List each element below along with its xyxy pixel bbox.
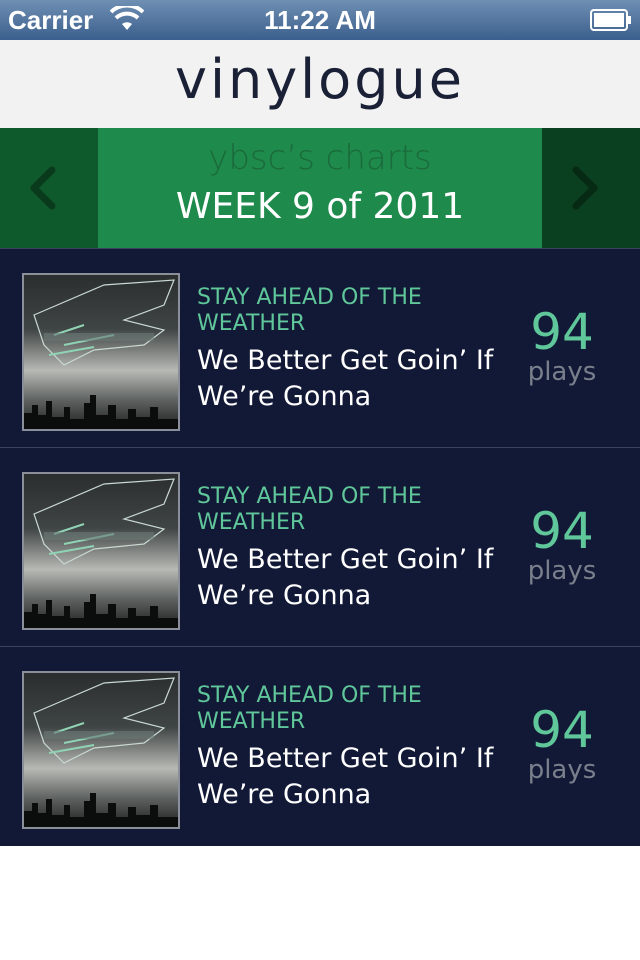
week-navigation: ybsc’s charts WEEK 9 of 2011 bbox=[0, 128, 640, 248]
track-name: We Better Get Goin’ If We’re Gonna bbox=[197, 345, 494, 412]
play-count: 94 bbox=[530, 701, 594, 759]
battery-icon bbox=[590, 9, 631, 31]
artist-name: STAY AHEAD OF THE WEATHER bbox=[197, 484, 422, 535]
chevron-right-icon bbox=[572, 166, 598, 210]
album-art-graphic bbox=[24, 478, 178, 628]
chevron-left-icon bbox=[30, 166, 56, 210]
app-title: vinylogue bbox=[175, 48, 465, 111]
user-charts-label: ybsc’s charts bbox=[208, 138, 432, 178]
week-selector: ybsc’s charts WEEK 9 of 2011 bbox=[98, 128, 542, 248]
next-week-button[interactable] bbox=[542, 128, 640, 248]
chart-list: STAY AHEAD OF THE WEATHER We Better Get … bbox=[0, 248, 640, 846]
status-bar: Carrier 11:22 AM bbox=[0, 0, 640, 40]
play-count: 94 bbox=[530, 303, 594, 361]
status-time: 11:22 AM bbox=[264, 5, 376, 35]
album-art bbox=[22, 273, 180, 431]
plays-label: plays bbox=[527, 357, 597, 387]
play-count: 94 bbox=[530, 502, 594, 560]
plays-label: plays bbox=[527, 556, 597, 586]
chart-row[interactable]: STAY AHEAD OF THE WEATHER We Better Get … bbox=[0, 646, 640, 844]
chart-row[interactable]: STAY AHEAD OF THE WEATHER We Better Get … bbox=[0, 248, 640, 446]
artist-name: STAY AHEAD OF THE WEATHER bbox=[197, 285, 422, 336]
track-name: We Better Get Goin’ If We’re Gonna bbox=[197, 743, 494, 810]
previous-week-button[interactable] bbox=[0, 128, 98, 248]
album-art bbox=[22, 671, 180, 829]
album-art-graphic bbox=[24, 677, 178, 827]
artist-name: STAY AHEAD OF THE WEATHER bbox=[197, 683, 422, 734]
app-header: vinylogue bbox=[0, 40, 640, 128]
week-label: WEEK 9 of 2011 bbox=[175, 186, 465, 227]
chart-row[interactable]: STAY AHEAD OF THE WEATHER We Better Get … bbox=[0, 447, 640, 645]
plays-label: plays bbox=[527, 755, 597, 785]
track-name: We Better Get Goin’ If We’re Gonna bbox=[197, 544, 494, 611]
album-art-graphic bbox=[24, 279, 178, 429]
album-art bbox=[22, 472, 180, 630]
